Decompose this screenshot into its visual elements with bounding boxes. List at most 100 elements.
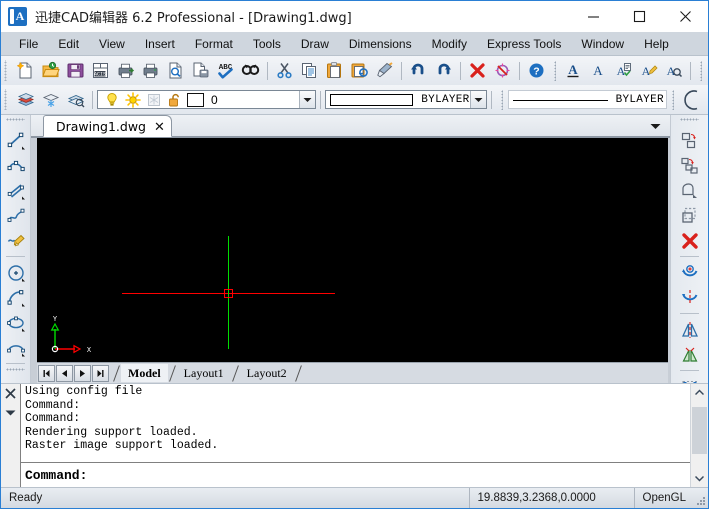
viewport-freeze-icon[interactable] (143, 88, 164, 112)
color-combo[interactable]: BYLAYER (325, 90, 487, 109)
redo-icon[interactable] (431, 59, 456, 83)
multiline-text-icon[interactable]: A (611, 59, 636, 83)
toolbar-grip[interactable] (672, 89, 674, 110)
close-icon[interactable]: ✕ (154, 120, 165, 133)
paste-icon[interactable] (322, 59, 347, 83)
first-layout-icon[interactable] (38, 364, 55, 382)
menu-edit[interactable]: Edit (48, 34, 89, 54)
copy-icon[interactable] (297, 59, 322, 83)
trim-icon[interactable] (677, 285, 702, 310)
polyline-icon[interactable] (3, 153, 28, 178)
spline-icon[interactable] (3, 203, 28, 228)
layer-combo[interactable]: 0 (97, 88, 317, 112)
edit-text-icon[interactable]: A (636, 59, 661, 83)
line-icon[interactable] (3, 128, 28, 153)
menu-file[interactable]: File (9, 34, 48, 54)
renderer-display[interactable]: OpenGL (633, 488, 694, 508)
scroll-track[interactable] (691, 401, 708, 470)
open-file-icon[interactable] (38, 59, 63, 83)
layout-tab-layout2[interactable]: Layout2 (240, 364, 294, 382)
erase-icon[interactable] (677, 228, 702, 253)
menu-tools[interactable]: Tools (243, 34, 291, 54)
minimize-button[interactable] (570, 1, 616, 31)
acis-export-icon[interactable]: ACIS (88, 59, 113, 83)
paste-special-icon[interactable] (347, 59, 372, 83)
last-layout-icon[interactable] (92, 364, 109, 382)
chevron-down-icon[interactable] (3, 405, 18, 420)
toolbar-grip[interactable] (680, 118, 699, 125)
elliptical-arc-icon[interactable] (3, 335, 28, 360)
toolbar-grip[interactable] (6, 368, 25, 375)
print-preview-icon[interactable] (163, 59, 188, 83)
drawing-canvas[interactable]: Y X (37, 138, 668, 363)
maximize-button[interactable] (616, 1, 662, 31)
document-tab[interactable]: Drawing1.dwg ✕ (43, 115, 172, 137)
menu-draw[interactable]: Draw (291, 34, 339, 54)
find-text-icon[interactable]: A (661, 59, 686, 83)
toolbar-grip[interactable] (3, 60, 10, 81)
export-page-icon[interactable] (188, 59, 213, 83)
close-button[interactable] (662, 1, 708, 31)
toolbar-grip[interactable] (500, 89, 503, 110)
undo-icon[interactable] (406, 59, 431, 83)
chevron-down-icon[interactable] (650, 119, 661, 133)
layout-tab-model[interactable]: Model (121, 364, 168, 382)
single-text-icon[interactable]: A (586, 59, 611, 83)
ellipse-icon[interactable] (3, 310, 28, 335)
layout-tab-layout1[interactable]: Layout1 (177, 364, 231, 382)
coordinates-display[interactable]: 19.8839,3.2368,0.0000 (468, 488, 634, 508)
layer-states-icon[interactable] (63, 88, 88, 112)
scroll-thumb[interactable] (692, 407, 707, 454)
command-scrollbar[interactable] (690, 384, 708, 487)
scroll-down-icon[interactable] (691, 470, 708, 487)
menu-modify[interactable]: Modify (422, 34, 477, 54)
mirror-icon[interactable] (677, 317, 702, 342)
scroll-up-icon[interactable] (691, 384, 708, 401)
purge-icon[interactable] (490, 59, 515, 83)
next-layout-icon[interactable] (74, 364, 91, 382)
menu-express-tools[interactable]: Express Tools (477, 34, 571, 54)
chevron-down-icon[interactable] (299, 91, 316, 108)
find-icon[interactable] (238, 59, 263, 83)
explode-icon[interactable] (677, 342, 702, 367)
print-icon[interactable] (138, 59, 163, 83)
partial-circle-icon[interactable] (679, 88, 704, 112)
copy-object-icon[interactable] (677, 128, 702, 153)
move-icon[interactable] (677, 178, 702, 203)
lightbulb-on-icon[interactable] (101, 88, 122, 112)
circle-icon[interactable] (3, 260, 28, 285)
text-style-icon[interactable]: A (561, 59, 586, 83)
sun-thaw-icon[interactable] (122, 88, 143, 112)
close-icon[interactable] (3, 386, 18, 401)
menu-dimensions[interactable]: Dimensions (339, 34, 422, 54)
toolbar-grip[interactable] (700, 60, 702, 81)
command-input[interactable]: Command: (20, 462, 690, 487)
linetype-combo[interactable]: BYLAYER (507, 90, 667, 109)
menu-window[interactable]: Window (571, 34, 634, 54)
prev-layout-icon[interactable] (56, 364, 73, 382)
sketch-pencil-icon[interactable] (3, 228, 28, 253)
command-history[interactable]: Using config file Command: Command: Rend… (20, 384, 690, 462)
spell-check-icon[interactable]: ABC (213, 59, 238, 83)
delete-icon[interactable] (465, 59, 490, 83)
plot-icon[interactable] (113, 59, 138, 83)
layer-manager-icon[interactable] (13, 88, 38, 112)
resize-grip-icon[interactable] (694, 488, 708, 508)
menu-format[interactable]: Format (185, 34, 243, 54)
chevron-down-icon[interactable] (469, 91, 486, 108)
cut-icon[interactable] (272, 59, 297, 83)
new-file-icon[interactable] (13, 59, 38, 83)
double-line-icon[interactable] (3, 178, 28, 203)
stretch-icon[interactable] (677, 203, 702, 228)
menu-insert[interactable]: Insert (135, 34, 185, 54)
array-copy-icon[interactable] (677, 153, 702, 178)
help-icon[interactable]: ? (524, 59, 549, 83)
rotate-icon[interactable] (677, 260, 702, 285)
match-properties-icon[interactable] (372, 59, 397, 83)
menu-help[interactable]: Help (634, 34, 679, 54)
toolbar-grip[interactable] (3, 89, 10, 110)
toolbar-grip[interactable] (554, 60, 556, 81)
arc-icon[interactable] (3, 285, 28, 310)
unlock-padlock-icon[interactable] (164, 88, 185, 112)
menu-view[interactable]: View (89, 34, 135, 54)
